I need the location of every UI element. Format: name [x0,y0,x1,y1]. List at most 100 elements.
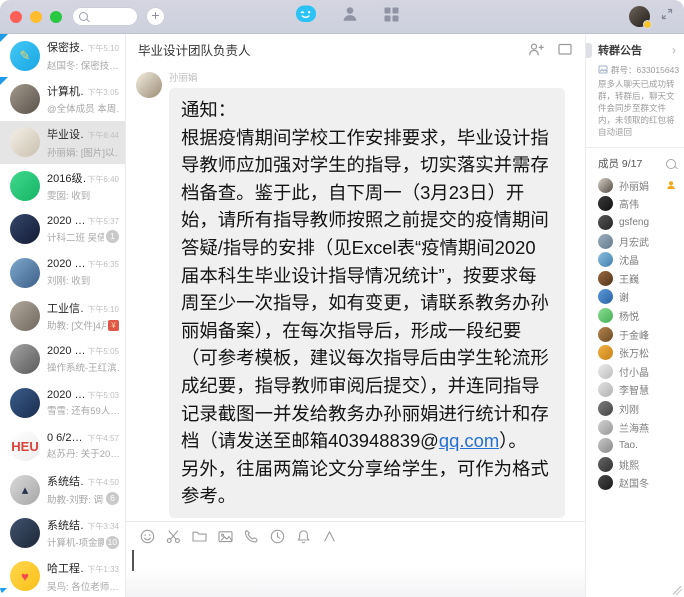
message-text: 通知： 根据疫情期间学校工作安排要求，毕业设计指导教师应加强对学生的指导，切实落… [181,99,549,451]
emoji-icon[interactable] [139,528,156,545]
member-name: 李智慧 [619,382,649,397]
members-header: 成员 9/17 [586,148,684,176]
unread-badge: 10 [106,536,119,549]
chat-list-item[interactable]: HEU 0 6/2… 下午4:57 赵苏丹: 关于20… ¥ [0,425,125,468]
chat-list-item[interactable]: 2020 … 下午5:05 操作系统-王红滨… ¥ [0,338,125,381]
member-item[interactable]: 张万松 [586,343,684,362]
chat-list-item[interactable]: 2016级… 下午6:40 雯囡: 收到 ¥ [0,164,125,207]
chat-list-item[interactable]: 2020 … 下午5:03 雪雪: 还有59人… ¥ [0,381,125,424]
chat-meta: 系统结… 下午3:34 计算机-项金鹏:… 10 ¥ [47,517,125,550]
chat-meta: 2020 … 下午5:05 操作系统-王红滨… ¥ [47,345,125,374]
member-avatar [598,420,613,435]
member-item[interactable]: 沈晶 [586,250,684,269]
minimize-window-button[interactable] [30,11,42,23]
chat-list-item[interactable]: 工业信… 下午5:10 助教: [文件]4月1… ¥ [0,294,125,337]
chat-time: 下午5:05 [87,346,119,357]
member-avatar [598,271,613,286]
zoom-window-button[interactable] [50,11,62,23]
chat-meta: 2020 … 下午6:35 刘刚: 收到 ¥ [47,258,125,287]
chat-avatar: ✎ [10,41,40,71]
member-item[interactable]: 兰海燕 [586,418,684,437]
member-avatar [598,234,613,249]
chat-avatar [10,301,40,331]
member-avatar [598,178,613,193]
chat-time: 下午5:37 [87,216,119,227]
chat-list-sidebar: ✎ 保密技… 下午5:10 赵国冬: 保密技… ¥ [0,34,126,597]
phone-icon[interactable] [243,528,260,545]
chat-list-item[interactable]: ▴ 系统结… 下午4:50 助教-刘野: 调试… 6 ¥ [0,468,125,511]
member-name: 孙丽娟 [619,178,649,193]
member-name: 谢 [619,289,629,304]
popout-window-icon[interactable] [557,42,573,56]
member-name: 姚熙 [619,457,639,472]
chat-list-item[interactable]: 计算机… 下午3:05 @全体成员 本周… ¥ [0,77,125,120]
chat-column: 毕业设计团队负责人 孙丽娟 通知： 根据疫情期间学校工作安排要求，毕业设计指导教… [126,34,585,597]
member-item[interactable]: 月宏武 [586,232,684,251]
folder-icon[interactable] [191,528,208,545]
messages-tab-icon[interactable] [295,4,317,29]
message-input[interactable] [126,547,585,597]
chat-list-item[interactable]: ♥ 哈工程… 下午1:33 吴鸟: 各位老师… ¥ [0,555,125,597]
chat-preview: 吴鸟: 各位老师… [47,579,119,593]
chat-time: 下午5:10 [87,304,119,315]
chat-meta: 工业信… 下午5:10 助教: [文件]4月1… ¥ [47,300,125,333]
member-item[interactable]: gsfeng [586,213,684,232]
member-item[interactable]: 王巍 [586,269,684,288]
chat-list-item[interactable]: 系统结… 下午3:34 计算机-项金鹏:… 10 ¥ [0,511,125,554]
announcement-header[interactable]: 转群公告 › [598,42,682,58]
pinned-indicator [0,34,8,42]
chat-avatar [10,258,40,288]
add-member-icon[interactable] [527,41,545,57]
member-item[interactable]: 刘刚 [586,399,684,418]
message-bubble: 通知： 根据疫情期间学校工作安排要求，毕业设计指导教师应加强对学生的指导，切实落… [169,88,565,518]
chat-name: 2016级… [47,170,85,186]
add-button[interactable]: + [146,7,165,26]
chat-list-item[interactable]: 2020 … 下午5:37 计科二班 吴倩薇:… 1 ¥ [0,208,125,251]
chat-list-item[interactable]: 2020 … 下午6:35 刘刚: 收到 ¥ [0,251,125,294]
titlebar: + [0,0,684,34]
apps-tab-icon[interactable] [383,6,400,28]
chat-name: 系统结… [47,473,85,489]
chat-preview: 孙丽娟: [图片]以… [47,145,119,159]
avatar-glyph: ✎ [20,49,31,62]
member-name: Tao. [619,440,638,451]
contacts-tab-icon[interactable] [341,5,359,28]
sender-avatar[interactable] [136,72,162,98]
member-name: 赵国冬 [619,475,649,490]
member-item[interactable]: 谢 [586,288,684,307]
email-link[interactable]: qq.com [439,430,499,451]
chat-list-item[interactable]: 毕业设… 下午6:44 孙丽娟: [图片]以… ¥ [0,121,125,164]
member-item[interactable]: 付小晶 [586,362,684,381]
member-item[interactable]: 姚熙 [586,455,684,474]
search-input[interactable] [72,7,138,26]
history-icon[interactable] [269,528,286,545]
chat-meta: 保密技… 下午5:10 赵国冬: 保密技… ¥ [47,39,125,72]
chat-list-item[interactable]: ✎ 保密技… 下午5:10 赵国冬: 保密技… ¥ [0,34,125,77]
shake-icon[interactable] [295,528,312,545]
search-icon [79,12,88,21]
chat-preview: 助教-刘野: 调试… [47,492,104,506]
font-icon[interactable] [321,528,338,545]
member-item[interactable]: 李智慧 [586,381,684,400]
chat-name: 哈工程… [47,560,85,576]
member-item[interactable]: Tao. [586,436,684,455]
screenshot-icon[interactable] [165,528,182,545]
chat-preview: @全体成员 本周… [47,101,119,115]
member-avatar [598,438,613,453]
member-item[interactable]: 杨悦 [586,306,684,325]
member-name: 杨悦 [619,308,639,323]
resize-grip[interactable] [673,586,682,595]
member-avatar [598,327,613,342]
close-window-button[interactable] [10,11,22,23]
user-avatar[interactable] [629,6,650,27]
member-search-icon[interactable] [666,159,676,169]
member-item[interactable]: 高伟 [586,195,684,214]
traffic-lights [10,11,62,23]
collapse-tab[interactable] [586,43,592,58]
member-item[interactable]: 孙丽娟 [586,176,684,195]
member-item[interactable]: 于金峰 [586,325,684,344]
member-item[interactable]: 赵国冬 [586,474,684,493]
away-status-badge [643,20,652,29]
image-icon[interactable] [217,528,234,545]
expand-icon[interactable] [660,7,674,26]
